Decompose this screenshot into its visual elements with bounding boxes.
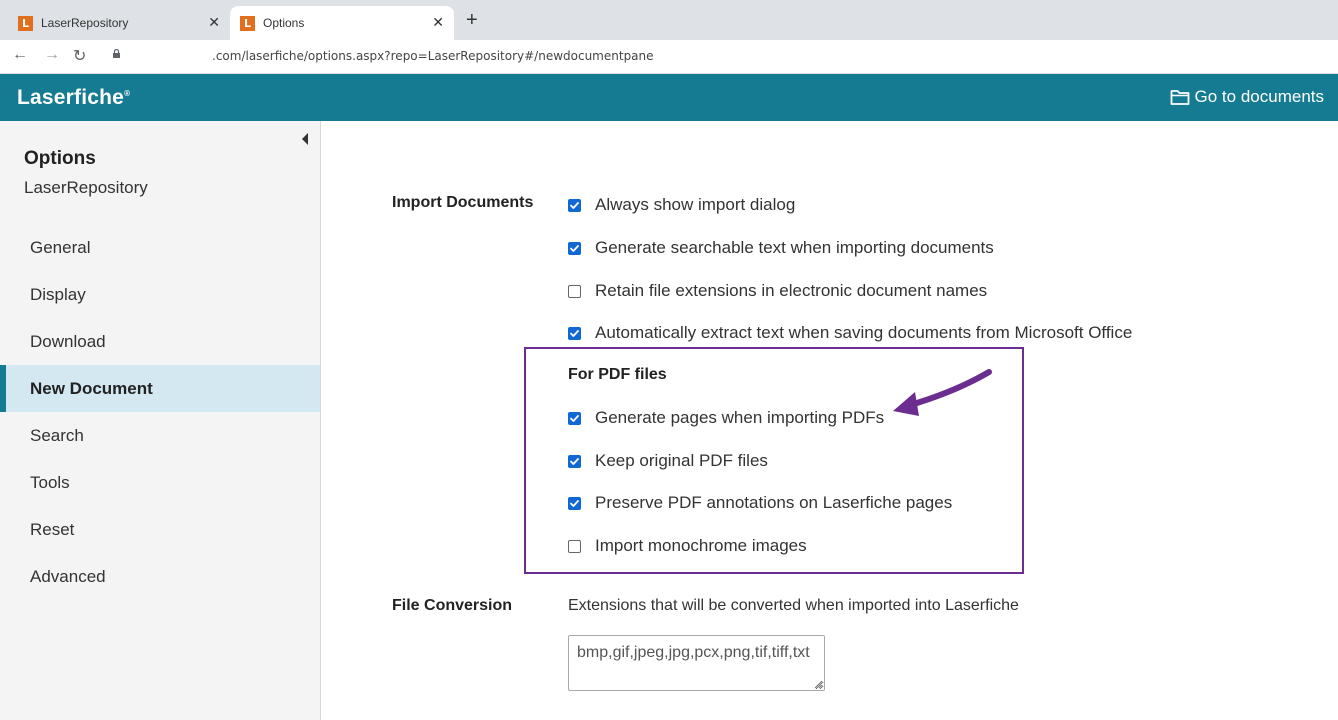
option-label: Keep original PDF files (595, 451, 768, 470)
back-arrow-icon[interactable]: ← (12, 46, 28, 64)
sidebar-item-tools[interactable]: Tools (0, 459, 320, 506)
sidebar-repository-name: LaserRepository (24, 178, 148, 197)
checkbox[interactable] (568, 198, 581, 212)
new-tab-icon[interactable]: + (466, 9, 478, 32)
laserfiche-favicon-icon: L (240, 15, 255, 31)
option-keep-original-pdf[interactable]: Keep original PDF files (568, 451, 768, 471)
checkmark-icon (570, 201, 579, 209)
option-label: Retain file extensions in electronic doc… (595, 281, 988, 300)
option-label: Automatically extract text when saving d… (595, 323, 1133, 342)
collapse-sidebar-icon[interactable] (302, 133, 308, 145)
option-generate-pages-pdf[interactable]: Generate pages when importing PDFs (568, 408, 884, 428)
options-nav: General Display Download New Document Se… (0, 224, 320, 600)
annotation-arrow-icon (893, 369, 992, 416)
resize-grip-icon[interactable] (813, 679, 823, 689)
option-auto-extract-text-office[interactable]: Automatically extract text when saving d… (568, 323, 1132, 343)
checkbox[interactable] (568, 284, 581, 298)
address-bar: ← → ↻ .com/laserfiche/options.aspx?repo=… (0, 40, 1338, 74)
option-always-show-import-dialog[interactable]: Always show import dialog (568, 195, 795, 215)
option-retain-file-extensions[interactable]: Retain file extensions in electronic doc… (568, 281, 987, 301)
reload-icon[interactable]: ↻ (73, 46, 86, 66)
checkmark-icon (570, 414, 579, 422)
lock-icon (113, 49, 120, 58)
option-generate-searchable-text[interactable]: Generate searchable text when importing … (568, 238, 994, 258)
sidebar-item-general[interactable]: General (0, 224, 320, 271)
option-preserve-pdf-annotations[interactable]: Preserve PDF annotations on Laserfiche p… (568, 493, 952, 513)
sidebar-item-advanced[interactable]: Advanced (0, 553, 320, 600)
option-label: Always show import dialog (595, 195, 796, 214)
file-conversion-description: Extensions that will be converted when i… (568, 597, 1019, 614)
sidebar-item-new-document[interactable]: New Document (0, 365, 320, 412)
option-label: Preserve PDF annotations on Laserfiche p… (595, 493, 953, 512)
sidebar-item-reset[interactable]: Reset (0, 506, 320, 553)
app-header: Laserfiche® Go to documents (0, 74, 1338, 121)
option-label: Generate searchable text when importing … (595, 238, 994, 257)
sidebar-item-display[interactable]: Display (0, 271, 320, 318)
laserfiche-favicon-icon: L (18, 15, 33, 31)
sidebar-title: Options (24, 148, 96, 169)
checkmark-icon (570, 329, 579, 337)
browser-tab-options[interactable]: L Options ✕ (230, 6, 454, 40)
checkbox[interactable] (568, 496, 581, 510)
go-to-documents-button[interactable]: Go to documents (1170, 87, 1324, 107)
checkmark-icon (570, 457, 579, 465)
pdf-files-heading: For PDF files (568, 366, 667, 383)
close-tab-icon[interactable]: ✕ (432, 14, 444, 31)
extensions-textarea[interactable]: bmp,gif,jpeg,jpg,pcx,png,tif,tiff,txt (568, 635, 825, 691)
forward-arrow-icon[interactable]: → (44, 46, 60, 64)
import-documents-label: Import Documents (392, 194, 534, 211)
option-label: Generate pages when importing PDFs (595, 408, 885, 427)
close-tab-icon[interactable]: ✕ (208, 14, 220, 31)
options-sidebar: Options LaserRepository General Display … (0, 121, 321, 720)
tab-label: Options (263, 16, 305, 30)
sidebar-item-download[interactable]: Download (0, 318, 320, 365)
checkbox[interactable] (568, 411, 581, 425)
file-conversion-label: File Conversion (392, 597, 513, 614)
browser-tab-laserrepository[interactable]: L LaserRepository ✕ (8, 6, 230, 40)
browser-tab-bar: L LaserRepository ✕ L Options ✕ + (0, 0, 1338, 40)
checkbox[interactable] (568, 539, 581, 553)
laserfiche-logo[interactable]: Laserfiche® (17, 86, 130, 110)
option-import-monochrome-images[interactable]: Import monochrome images (568, 536, 807, 556)
checkbox[interactable] (568, 241, 581, 255)
option-label: Import monochrome images (595, 536, 807, 555)
checkmark-icon (570, 499, 579, 507)
sidebar-item-search[interactable]: Search (0, 412, 320, 459)
checkbox[interactable] (568, 326, 581, 340)
go-to-documents-label: Go to documents (1194, 87, 1324, 106)
url-text[interactable]: .com/laserfiche/options.aspx?repo=LaserR… (212, 49, 654, 63)
tab-label: LaserRepository (41, 16, 129, 30)
checkbox[interactable] (568, 454, 581, 468)
folder-icon (1170, 90, 1189, 105)
checkmark-icon (570, 244, 579, 252)
